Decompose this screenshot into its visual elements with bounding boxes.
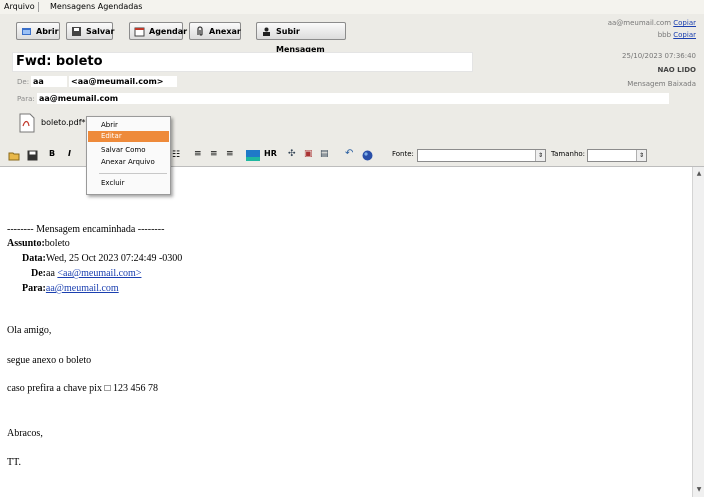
copiar-link[interactable]: Copiar (673, 31, 696, 39)
align-right-icon[interactable]: ≡ (226, 149, 234, 159)
assunto-value: boleto (44, 238, 70, 249)
align-center-icon[interactable]: ≡ (210, 149, 218, 159)
body-line: segue anexo o boleto (7, 355, 92, 366)
body-line: TT. (7, 457, 21, 468)
menu-divider (38, 2, 39, 12)
subject-field[interactable]: Fwd: boleto (12, 52, 473, 72)
save-icon[interactable] (27, 150, 38, 161)
attachment-name[interactable]: boleto.pdf* (41, 118, 86, 127)
body-line: Abracos, (7, 428, 43, 439)
scroll-down-icon[interactable]: ▼ (694, 485, 704, 495)
recipient-row-2: bbb Copiar (658, 31, 696, 39)
find-icon[interactable]: ✣ (288, 149, 296, 159)
tamanho-label: Tamanho: (551, 150, 586, 158)
data-label: Data: (22, 253, 46, 264)
menu-item-salvar-como[interactable]: Salvar Como (88, 145, 169, 156)
indent-icon[interactable]: ☷ (172, 150, 180, 160)
de-email-link[interactable]: <aa@meumail.com> (57, 268, 141, 279)
dropdown-arrow-icon: ⇕ (535, 150, 545, 161)
insert-image-icon[interactable]: ▣ (304, 149, 313, 159)
pdf-file-icon[interactable] (19, 113, 35, 133)
download-status: Mensagem Baixada (627, 80, 696, 88)
salvar-label: Salvar (86, 27, 115, 36)
globe-icon[interactable] (362, 150, 373, 161)
align-left-icon[interactable]: ≡ (194, 149, 202, 159)
bold-button[interactable]: B (49, 149, 55, 158)
undo-icon[interactable]: ↶ (345, 148, 353, 159)
menu-item-anexar-arquivo[interactable]: Anexar Arquivo (88, 157, 169, 168)
menu-item-excluir[interactable]: Excluir (88, 178, 169, 189)
recipient-row-1: aa@meumail.com Copiar (608, 19, 696, 27)
recipient-email: bbb (657, 31, 672, 39)
italic-button[interactable]: I (68, 149, 71, 158)
hr-button[interactable]: HR (264, 149, 277, 158)
abrir-label: Abrir (36, 27, 59, 36)
anexar-label: Anexar (209, 27, 241, 36)
para-email-link[interactable]: aa@meumail.com (46, 283, 119, 294)
color-icon[interactable] (246, 150, 260, 161)
save-icon (72, 27, 81, 36)
de-line: De:aa <aa@meumail.com> (31, 268, 141, 279)
scroll-up-icon[interactable]: ▲ (694, 169, 704, 179)
body-line: Ola amigo, (7, 325, 52, 336)
assunto-label: Assunto: (7, 238, 45, 249)
agendar-label: Agendar (149, 27, 188, 36)
para-line: Para:aa@meumail.com (22, 283, 119, 294)
paperclip-icon (197, 26, 203, 36)
fonte-label: Fonte: (392, 150, 414, 158)
para-label: Para: (22, 283, 46, 294)
open-icon[interactable] (8, 150, 20, 161)
tamanho-select[interactable]: ⇕ (587, 149, 647, 162)
menu-separator (99, 173, 167, 174)
body-line: caso prefira a chave pix □ 123 456 78 (7, 383, 158, 394)
menu-mensagens-agendadas[interactable]: Mensagens Agendadas (50, 2, 142, 11)
calendar-icon (134, 27, 145, 37)
recipient-email: aa@meumail.com (607, 19, 672, 27)
copiar-link[interactable]: Copiar (673, 19, 696, 27)
de-name: aa (46, 268, 58, 279)
data-value: Wed, 25 Oct 2023 07:24:49 -0300 (45, 253, 183, 264)
anexar-button[interactable]: Anexar (189, 22, 241, 40)
de-name-field[interactable]: aa (31, 76, 67, 87)
fonte-select[interactable]: ⇕ (417, 149, 546, 162)
dropdown-arrow-icon: ⇕ (636, 150, 646, 161)
assunto-line: Assunto:boleto (7, 238, 70, 249)
para-label: Para: (17, 95, 35, 103)
subir-mensagem-label: Subir Mensagem (276, 27, 325, 54)
message-body[interactable]: -------- Mensagem encaminhada -------- A… (0, 167, 692, 497)
salvar-button[interactable]: Salvar (66, 22, 115, 40)
forward-header: -------- Mensagem encaminhada -------- (7, 224, 165, 235)
menu-item-abrir[interactable]: Abrir (88, 120, 169, 131)
vertical-scrollbar[interactable]: ▲ ▼ (692, 167, 704, 497)
de-label: De: (17, 78, 30, 86)
menu-bar: Arquivo Mensagens Agendadas (0, 0, 704, 15)
data-line: Data:Wed, 25 Oct 2023 07:24:49 -0300 (22, 253, 182, 264)
para-field[interactable]: aa@meumail.com (37, 93, 669, 104)
menu-item-editar[interactable]: Editar (88, 131, 169, 142)
message-date: 25/10/2023 07:36:40 (621, 52, 696, 60)
menu-arquivo[interactable]: Arquivo (4, 2, 35, 11)
upload-user-icon (263, 27, 270, 36)
open-folder-icon (22, 28, 31, 35)
spellcheck-icon[interactable]: ▤ (320, 149, 329, 159)
agendar-button[interactable]: Agendar (129, 22, 187, 40)
de-label: De: (31, 268, 46, 279)
read-status: NAO LIDO (657, 66, 697, 74)
subir-mensagem-button[interactable]: Subir Mensagem (256, 22, 346, 54)
attachment-context-menu: Abrir Editar Salvar Como Anexar Arquivo … (86, 116, 171, 195)
de-email-field[interactable]: <aa@meumail.com> (69, 76, 177, 87)
abrir-button[interactable]: Abrir (16, 22, 60, 40)
